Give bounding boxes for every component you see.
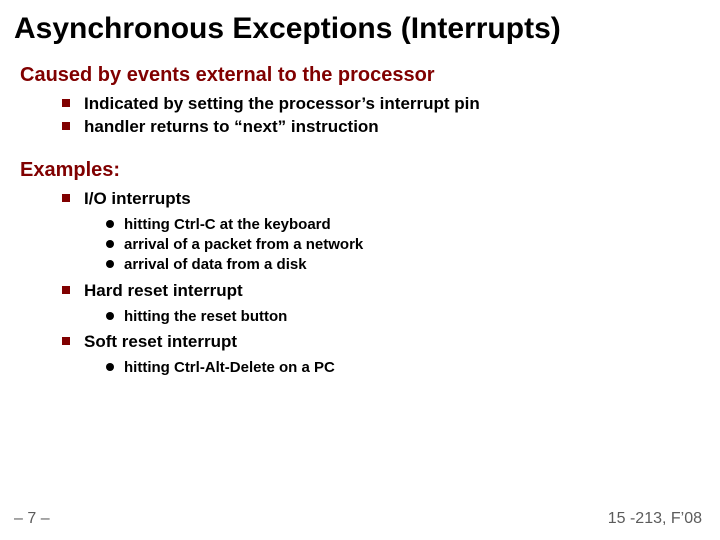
page-number: – 7 – bbox=[14, 510, 50, 528]
sub-bullet-item: hitting the reset button bbox=[124, 307, 706, 327]
bullet-text: Indicated by setting the processor’s int… bbox=[84, 94, 480, 113]
bullet-item: Soft reset interrupt bbox=[84, 331, 706, 354]
circle-bullet-icon bbox=[106, 240, 114, 248]
circle-bullet-icon bbox=[106, 312, 114, 320]
sub-bullet-text: arrival of data from a disk bbox=[124, 256, 307, 273]
sub-bullet-item: hitting Ctrl-Alt-Delete on a PC bbox=[124, 358, 706, 378]
bullet-text: Soft reset interrupt bbox=[84, 332, 237, 351]
sub-bullet-item: hitting Ctrl-C at the keyboard bbox=[124, 215, 706, 235]
square-bullet-icon bbox=[62, 99, 70, 107]
sub-bullet-item: arrival of a packet from a network bbox=[124, 235, 706, 255]
sub-bullet-text: hitting Ctrl-C at the keyboard bbox=[124, 216, 331, 233]
circle-bullet-icon bbox=[106, 363, 114, 371]
section-heading-1: Caused by events external to the process… bbox=[20, 64, 706, 87]
slide-title: Asynchronous Exceptions (Interrupts) bbox=[14, 12, 706, 46]
square-bullet-icon bbox=[62, 194, 70, 202]
square-bullet-icon bbox=[62, 337, 70, 345]
sub-bullet-text: arrival of a packet from a network bbox=[124, 236, 363, 253]
bullet-item: Indicated by setting the processor’s int… bbox=[84, 93, 706, 116]
course-tag: 15 -213, F’08 bbox=[608, 510, 702, 528]
bullet-text: I/O interrupts bbox=[84, 189, 191, 208]
slide: Asynchronous Exceptions (Interrupts) Cau… bbox=[0, 0, 720, 540]
bullet-item: handler returns to “next” instruction bbox=[84, 116, 706, 139]
bullet-item: I/O interrupts bbox=[84, 188, 706, 211]
bullet-text: handler returns to “next” instruction bbox=[84, 117, 379, 136]
square-bullet-icon bbox=[62, 122, 70, 130]
section-heading-2: Examples: bbox=[20, 159, 706, 182]
sub-bullet-text: hitting Ctrl-Alt-Delete on a PC bbox=[124, 359, 335, 376]
bullet-text: Hard reset interrupt bbox=[84, 281, 243, 300]
circle-bullet-icon bbox=[106, 260, 114, 268]
sub-bullet-item: arrival of data from a disk bbox=[124, 255, 706, 275]
sub-bullet-text: hitting the reset button bbox=[124, 308, 287, 325]
square-bullet-icon bbox=[62, 286, 70, 294]
circle-bullet-icon bbox=[106, 220, 114, 228]
bullet-item: Hard reset interrupt bbox=[84, 280, 706, 303]
